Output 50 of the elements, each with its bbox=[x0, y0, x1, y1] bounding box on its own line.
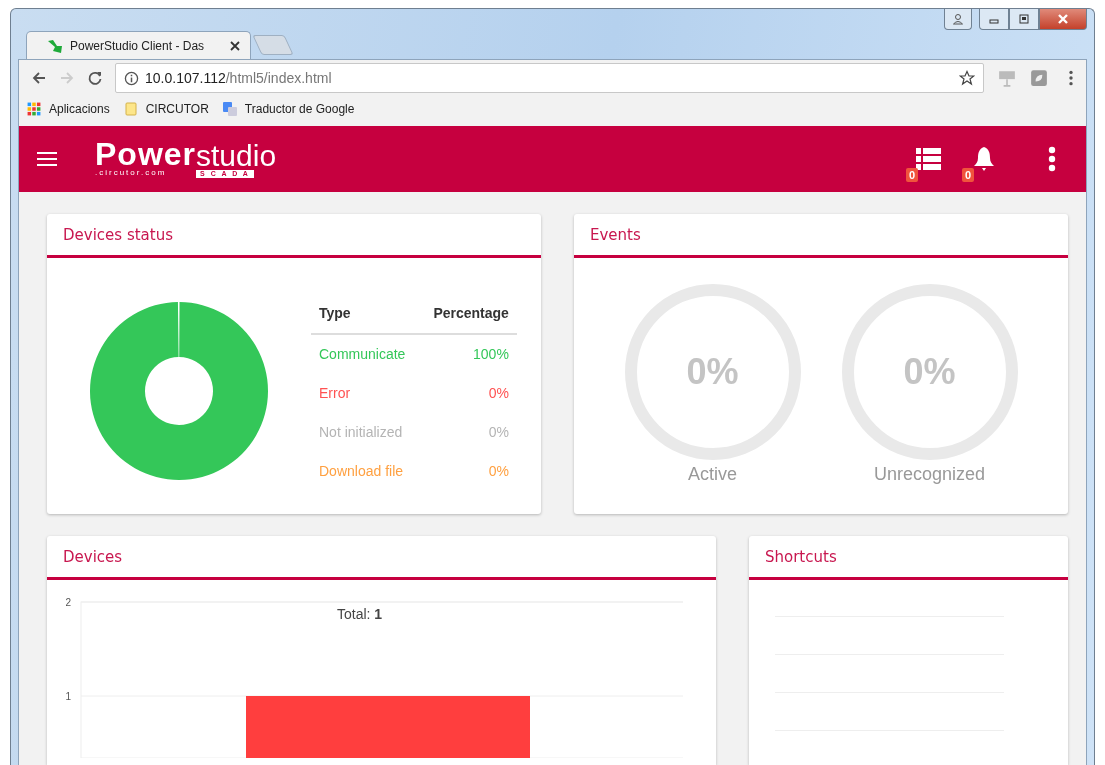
column-header: Percentage bbox=[413, 291, 517, 334]
bookmark-link[interactable]: CIRCUTOR bbox=[123, 102, 209, 116]
status-type: Communicate bbox=[311, 334, 414, 374]
maximize-icon bbox=[1018, 13, 1030, 25]
count-badge: 0 bbox=[906, 168, 919, 182]
user-icon bbox=[952, 13, 964, 25]
apps-grid-icon bbox=[27, 102, 41, 116]
close-button[interactable] bbox=[1039, 9, 1087, 30]
extension-icon[interactable] bbox=[1030, 69, 1048, 87]
minimize-button[interactable] bbox=[979, 9, 1009, 30]
arrow-logo-icon bbox=[47, 37, 63, 54]
bookmark-link[interactable]: Traductor de Google bbox=[222, 102, 355, 116]
menu-icon[interactable] bbox=[37, 152, 57, 166]
maximize-button[interactable] bbox=[1009, 9, 1039, 30]
star-icon[interactable] bbox=[959, 70, 975, 86]
folder-icon bbox=[123, 102, 138, 116]
status-type: Not initialized bbox=[318, 423, 404, 442]
info-icon bbox=[124, 70, 139, 86]
gauge-label: Active bbox=[688, 464, 737, 485]
card-title: Devices status bbox=[63, 225, 173, 244]
card-title: Shortcuts bbox=[765, 547, 837, 566]
axis-tick-label: 1 bbox=[65, 691, 71, 702]
back-icon[interactable] bbox=[31, 70, 47, 86]
status-type: Error bbox=[318, 384, 352, 403]
reload-icon[interactable] bbox=[87, 70, 103, 86]
gauge-value: 0% bbox=[903, 351, 956, 393]
status-percentage: 0% bbox=[487, 423, 510, 442]
status-type: Download file bbox=[318, 462, 405, 481]
card-title: Events bbox=[590, 225, 641, 244]
chart-title: Total: 1 bbox=[337, 606, 383, 622]
profile-button[interactable] bbox=[944, 9, 972, 30]
address-bar[interactable]: 10.0.107.112/html5/index.html bbox=[115, 63, 984, 93]
close-icon bbox=[1057, 13, 1069, 25]
gauge-value: 0% bbox=[686, 351, 739, 393]
translate-icon bbox=[222, 102, 237, 116]
status-percentage: 100% bbox=[413, 334, 517, 374]
bookmark-link[interactable]: Aplicacions bbox=[27, 102, 110, 116]
browser-tab[interactable]: PowerStudio Client - Das bbox=[26, 31, 251, 59]
axis-tick-label: 2 bbox=[65, 597, 71, 608]
list-icon[interactable] bbox=[914, 145, 942, 173]
tab-title: PowerStudio Client - Das bbox=[70, 38, 206, 53]
close-icon[interactable] bbox=[230, 40, 240, 51]
status-percentage: 0% bbox=[487, 462, 510, 481]
gauge-label: Unrecognized bbox=[873, 464, 986, 485]
count-badge: 0 bbox=[962, 168, 975, 182]
url-text: 10.0.107.112/html5/index.html bbox=[145, 70, 333, 86]
card-title: Devices bbox=[63, 547, 123, 566]
more-icon[interactable] bbox=[1048, 146, 1056, 172]
status-percentage: 0% bbox=[487, 384, 510, 403]
column-header: Type bbox=[311, 291, 414, 334]
